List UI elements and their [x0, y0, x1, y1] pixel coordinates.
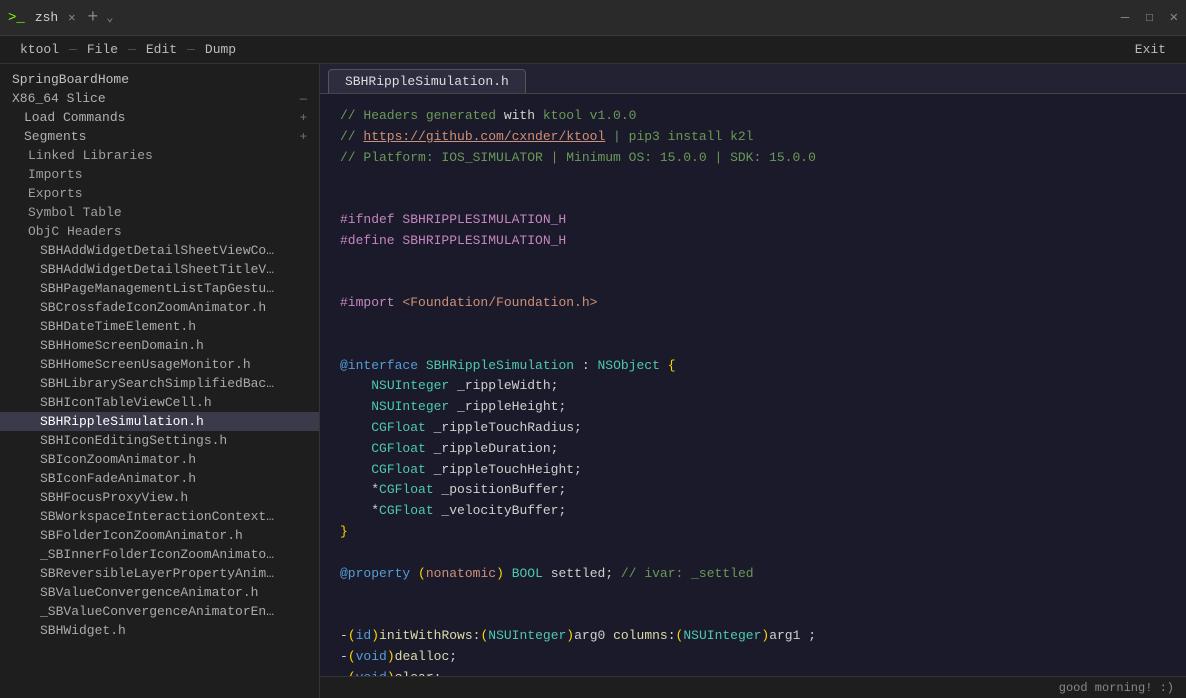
- menu-ktool[interactable]: ktool: [10, 36, 69, 64]
- menu-file[interactable]: File: [77, 36, 128, 64]
- content-area: SBHRippleSimulation.h // Headers generat…: [320, 64, 1186, 698]
- code-line: // Platform: IOS_SIMULATOR | Minimum OS:…: [340, 148, 1166, 169]
- status-text: good morning! :): [1059, 681, 1174, 695]
- sidebar-file-item[interactable]: SBHAddWidgetDetailSheetViewCo...: [0, 241, 319, 260]
- code-line: CGFloat _rippleDuration;: [340, 439, 1166, 460]
- code-line: @interface SBHRippleSimulation : NSObjec…: [340, 356, 1166, 377]
- title-bar: >_ zsh ✕ + ⌄ — ☐ ✕: [0, 0, 1186, 36]
- sidebar-file-item[interactable]: SBHHomeScreenUsageMonitor.h: [0, 355, 319, 374]
- file-tab-sbhripple[interactable]: SBHRippleSimulation.h: [328, 69, 526, 93]
- add-tab-button[interactable]: +: [87, 8, 98, 28]
- sidebar-symbol-table[interactable]: Symbol Table: [0, 203, 319, 222]
- code-line: NSUInteger _rippleHeight;: [340, 397, 1166, 418]
- status-bar: good morning! :): [320, 676, 1186, 698]
- close-tab-button[interactable]: ✕: [68, 10, 75, 25]
- menu-bar: ktool — File — Edit — Dump Exit: [0, 36, 1186, 64]
- code-line: -(id)initWithRows:(NSUInteger)arg0 colum…: [340, 626, 1166, 647]
- code-line: [340, 605, 1166, 626]
- code-line: *CGFloat _positionBuffer;: [340, 480, 1166, 501]
- code-line: CGFloat _rippleTouchHeight;: [340, 460, 1166, 481]
- close-window-button[interactable]: ✕: [1170, 9, 1178, 26]
- sidebar-file-item[interactable]: SBHAddWidgetDetailSheetTitleV...: [0, 260, 319, 279]
- code-line: [340, 314, 1166, 335]
- code-area: // Headers generated with ktool v1.0.0 /…: [320, 94, 1186, 676]
- code-line: }: [340, 522, 1166, 543]
- sidebar: SpringBoardHome X86_64 Slice — Load Comm…: [0, 64, 320, 698]
- sidebar-file-item[interactable]: SBHHomeScreenDomain.h: [0, 336, 319, 355]
- sidebar-file-item[interactable]: SBValueConvergenceAnimator.h: [0, 583, 319, 602]
- sidebar-root[interactable]: SpringBoardHome: [0, 70, 319, 89]
- code-line: [340, 543, 1166, 564]
- sidebar-linked-libraries[interactable]: Linked Libraries: [0, 146, 319, 165]
- code-line: // Headers generated with ktool v1.0.0: [340, 106, 1166, 127]
- tab-bar: SBHRippleSimulation.h: [320, 64, 1186, 94]
- code-line: [340, 189, 1166, 210]
- sidebar-file-item[interactable]: _SBInnerFolderIconZoomAnimato...: [0, 545, 319, 564]
- menu-sep-1: —: [69, 42, 77, 57]
- sidebar-file-item[interactable]: SBReversibleLayerPropertyAnim...: [0, 564, 319, 583]
- sidebar-file-item[interactable]: SBWorkspaceInteractionContext.h: [0, 507, 319, 526]
- sidebar-file-item[interactable]: SBHLibrarySearchSimplifiedBac...: [0, 374, 319, 393]
- code-line: #define SBHRIPPLESIMULATION_H: [340, 231, 1166, 252]
- maximize-button[interactable]: ☐: [1145, 9, 1153, 26]
- code-line: -(void)dealloc;: [340, 647, 1166, 668]
- menu-dump[interactable]: Dump: [195, 36, 246, 64]
- sidebar-segments[interactable]: Segments +: [0, 127, 319, 146]
- menu-sep-2: —: [128, 42, 136, 57]
- code-line: // https://github.com/cxnder/ktool | pip…: [340, 127, 1166, 148]
- tab-label: zsh: [35, 10, 58, 25]
- code-line: #ifndef SBHRIPPLESIMULATION_H: [340, 210, 1166, 231]
- code-line: [340, 252, 1166, 273]
- code-line: [340, 335, 1166, 356]
- main-area: SpringBoardHome X86_64 Slice — Load Comm…: [0, 64, 1186, 698]
- sidebar-file-item[interactable]: _SBValueConvergenceAnimatorEn...: [0, 602, 319, 621]
- menu-edit[interactable]: Edit: [136, 36, 187, 64]
- terminal-icon: >_: [8, 10, 25, 26]
- sidebar-file-item[interactable]: SBIconZoomAnimator.h: [0, 450, 319, 469]
- sidebar-files: SBHAddWidgetDetailSheetViewCo...SBHAddWi…: [0, 241, 319, 640]
- sidebar-slice[interactable]: X86_64 Slice —: [0, 89, 319, 108]
- code-line: CGFloat _rippleTouchRadius;: [340, 418, 1166, 439]
- sidebar-file-item[interactable]: SBHDateTimeElement.h: [0, 317, 319, 336]
- sidebar-file-item[interactable]: SBHRippleSimulation.h: [0, 412, 319, 431]
- sidebar-imports[interactable]: Imports: [0, 165, 319, 184]
- sidebar-file-item[interactable]: SBFolderIconZoomAnimator.h: [0, 526, 319, 545]
- code-line: NSUInteger _rippleWidth;: [340, 376, 1166, 397]
- sidebar-file-item[interactable]: SBIconFadeAnimator.h: [0, 469, 319, 488]
- sidebar-file-item[interactable]: SBHIconEditingSettings.h: [0, 431, 319, 450]
- code-line: #import <Foundation/Foundation.h>: [340, 293, 1166, 314]
- tab-arrow-button[interactable]: ⌄: [106, 10, 113, 25]
- sidebar-file-item[interactable]: SBHPageManagementListTapGestu...: [0, 279, 319, 298]
- sidebar-file-item[interactable]: SBHWidget.h: [0, 621, 319, 640]
- sidebar-load-commands[interactable]: Load Commands +: [0, 108, 319, 127]
- window-controls: — ☐ ✕: [1121, 9, 1178, 26]
- code-line: *CGFloat _velocityBuffer;: [340, 501, 1166, 522]
- code-line: -(void)clear;: [340, 668, 1166, 676]
- minimize-button[interactable]: —: [1121, 10, 1129, 26]
- code-line: [340, 272, 1166, 293]
- code-line: @property (nonatomic) BOOL settled; // i…: [340, 564, 1166, 585]
- sidebar-file-item[interactable]: SBHIconTableViewCell.h: [0, 393, 319, 412]
- sidebar-exports[interactable]: Exports: [0, 184, 319, 203]
- code-line: [340, 168, 1166, 189]
- sidebar-file-item[interactable]: SBHFocusProxyView.h: [0, 488, 319, 507]
- sidebar-objc-headers[interactable]: ObjC Headers: [0, 222, 319, 241]
- menu-sep-3: —: [187, 42, 195, 57]
- sidebar-file-item[interactable]: SBCrossfadeIconZoomAnimator.h: [0, 298, 319, 317]
- code-line: [340, 584, 1166, 605]
- menu-exit[interactable]: Exit: [1125, 42, 1176, 57]
